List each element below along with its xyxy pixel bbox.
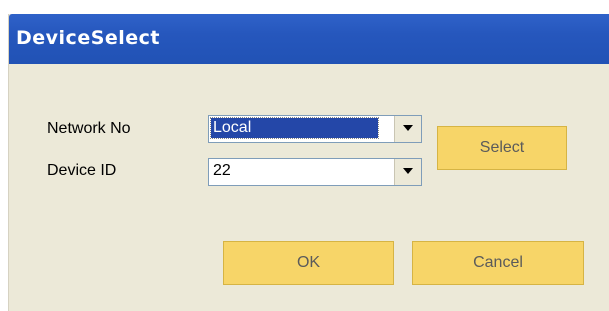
network-no-label: Network No: [47, 120, 131, 137]
device-id-value: 22: [213, 162, 231, 179]
ok-button[interactable]: OK: [223, 241, 394, 285]
network-no-value: Local: [210, 117, 379, 139]
select-button[interactable]: Select: [437, 126, 567, 170]
device-select-dialog: DeviceSelect Network No Local Device ID …: [9, 14, 609, 311]
window-title: DeviceSelect: [16, 27, 161, 49]
device-id-dropdown-button[interactable]: [394, 159, 421, 185]
device-id-select[interactable]: 22: [208, 158, 422, 186]
network-no-dropdown-button[interactable]: [394, 116, 421, 142]
network-no-select[interactable]: Local: [208, 115, 422, 143]
cancel-button[interactable]: Cancel: [412, 241, 584, 285]
title-bar[interactable]: DeviceSelect: [9, 14, 609, 64]
device-id-label: Device ID: [47, 162, 117, 179]
